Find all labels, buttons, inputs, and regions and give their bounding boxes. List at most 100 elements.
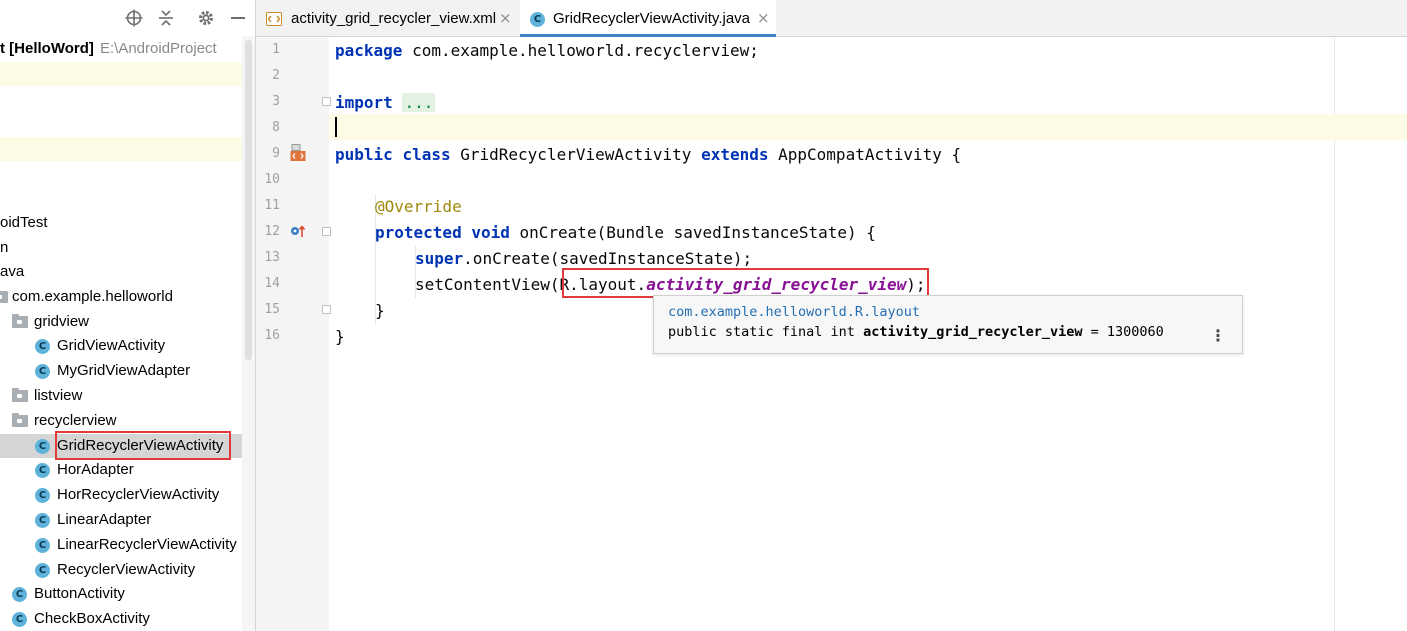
minimize-icon[interactable] — [228, 8, 248, 28]
more-options-icon[interactable]: ⋮ — [1210, 326, 1226, 345]
editor-tab-bar: activity_grid_recycler_view.xml × C Grid… — [256, 0, 1407, 37]
project-root-row[interactable]: t [HelloWord] E:\AndroidProject — [0, 37, 242, 61]
class-icon: C — [35, 488, 50, 503]
tooltip-decl-prefix: public static final int — [668, 324, 864, 340]
tree-item-label: recyclerview — [34, 412, 117, 429]
gear-icon[interactable] — [196, 8, 216, 28]
class-icon: C — [35, 364, 50, 379]
code-editor[interactable]: 1 2 3 8 9 10 11 12 13 14 15 16 package c… — [256, 38, 1407, 631]
line-number: 1 — [272, 42, 280, 57]
folder-icon — [12, 413, 28, 427]
superclass: AppCompatActivity { — [768, 145, 962, 164]
tree-selection-highlight-box — [55, 431, 231, 460]
line-number: 8 — [272, 120, 280, 135]
tree-item-label: ava — [0, 263, 25, 280]
class-icon: C — [35, 538, 50, 553]
locate-icon[interactable] — [124, 8, 144, 28]
tab-close-icon[interactable]: × — [757, 9, 770, 27]
tab-gridrecyclerviewactivity-java[interactable]: C GridRecyclerViewActivity.java × — [520, 0, 776, 37]
tree-item-label: n — [0, 239, 9, 256]
keyword: void — [471, 223, 510, 242]
tree-item-listview[interactable]: listview — [0, 384, 242, 408]
line-number: 13 — [264, 250, 280, 265]
tree-item-mygridviewadapter[interactable]: C MyGridViewAdapter — [0, 359, 242, 383]
tree-item-label: LinearRecyclerViewActivity — [57, 536, 237, 553]
tree-item-recyclerview[interactable]: recyclerview — [0, 409, 242, 433]
folder-icon — [12, 388, 28, 402]
tree-row-empty[interactable] — [0, 162, 242, 186]
tree-item-checkboxactivity[interactable]: C CheckBoxActivity — [0, 607, 242, 631]
keyword: public — [335, 145, 393, 164]
project-scrollbar-thumb[interactable] — [245, 40, 252, 360]
closing-brace: } — [375, 301, 385, 320]
fold-toggle-icon[interactable] — [322, 97, 331, 106]
tooltip-declaration: public static final int activity_grid_re… — [668, 324, 1164, 340]
tree-item-label: GridViewActivity — [57, 337, 166, 354]
tree-item-java[interactable]: ava — [0, 260, 242, 284]
tree-item-package[interactable]: com.example.helloworld — [0, 285, 242, 309]
override-method-icon[interactable] — [290, 224, 306, 241]
line-number: 14 — [264, 276, 280, 291]
tab-activity-grid-recycler-view-xml[interactable]: activity_grid_recycler_view.xml × — [256, 0, 519, 37]
line-number: 2 — [272, 68, 280, 83]
project-toolbar — [0, 0, 255, 36]
tree-item-linearrecyclerviewactivity[interactable]: C LinearRecyclerViewActivity — [0, 533, 242, 557]
tree-row-highlight[interactable] — [0, 62, 242, 86]
class-name: GridRecyclerViewActivity — [450, 145, 702, 164]
class-icon: C — [35, 513, 50, 528]
tree-item-label: CheckBoxActivity — [34, 610, 150, 627]
code-line-3[interactable]: import ... — [335, 90, 436, 116]
current-line-highlight — [329, 114, 1407, 140]
related-xml-layout-icon[interactable] — [290, 144, 306, 165]
code-line-1[interactable]: package com.example.helloworld.recyclerv… — [335, 38, 759, 64]
tree-row-empty[interactable] — [0, 112, 242, 136]
tree-item-gridview[interactable]: gridview — [0, 310, 242, 334]
folded-imports[interactable]: ... — [402, 93, 436, 112]
xml-file-icon — [266, 12, 282, 26]
class-icon: C — [35, 563, 50, 578]
line-number: 9 — [272, 146, 280, 161]
project-scrollbar[interactable] — [242, 36, 255, 631]
tree-item-androidtest[interactable]: oidTest — [0, 211, 242, 235]
closing-brace: } — [335, 327, 345, 346]
tree-item-buttonactivity[interactable]: C ButtonActivity — [0, 582, 242, 606]
tab-label: activity_grid_recycler_view.xml — [291, 10, 497, 27]
package-folder-icon — [0, 291, 8, 303]
line-number: 16 — [264, 328, 280, 343]
tree-item-horadapter[interactable]: C HorAdapter — [0, 458, 242, 482]
code-line-15[interactable]: } — [375, 298, 385, 324]
fold-toggle-icon[interactable] — [322, 227, 331, 236]
tree-item-label: com.example.helloworld — [12, 288, 173, 305]
tree-row-empty[interactable] — [0, 187, 242, 211]
collapse-icon[interactable] — [156, 8, 176, 28]
tooltip-class-link[interactable]: com.example.helloworld.R.layout — [668, 304, 920, 320]
class-icon: C — [35, 339, 50, 354]
keyword: package — [335, 41, 403, 60]
tree-row-highlight[interactable] — [0, 137, 242, 161]
tree-item-label: ButtonActivity — [34, 585, 125, 602]
tree-item-label: HorAdapter — [57, 461, 134, 478]
tab-close-icon[interactable]: × — [499, 9, 512, 27]
tree-item-label: LinearAdapter — [57, 511, 152, 528]
code-line-12[interactable]: protected void onCreate(Bundle savedInst… — [375, 220, 876, 246]
code-line-9[interactable]: public class GridRecyclerViewActivity ex… — [335, 142, 961, 168]
tree-item-gridviewactivity[interactable]: C GridViewActivity — [0, 334, 242, 358]
class-icon: C — [12, 587, 27, 602]
tree-item-label: listview — [34, 387, 83, 404]
project-root-path: E:\AndroidProject — [100, 40, 217, 57]
tree-item-recyclerviewactivity[interactable]: C RecyclerViewActivity — [0, 558, 242, 582]
class-icon: C — [35, 439, 50, 454]
code-line-16[interactable]: } — [335, 324, 345, 350]
tree-item-linearadapter[interactable]: C LinearAdapter — [0, 508, 242, 532]
line-number: 3 — [272, 94, 280, 109]
tree-row-empty[interactable] — [0, 87, 242, 111]
keyword: extends — [701, 145, 769, 164]
code-line-11[interactable]: @Override — [375, 194, 462, 220]
fold-toggle-icon[interactable] — [322, 305, 331, 314]
project-root-label: t [HelloWord] — [0, 40, 94, 57]
tooltip-decl-value: = 1300060 — [1082, 324, 1164, 340]
line-number: 15 — [264, 302, 280, 317]
tree-item-label: RecyclerViewActivity — [57, 561, 196, 578]
tree-item-main[interactable]: n — [0, 236, 242, 260]
tree-item-horrecyclerviewactivity[interactable]: C HorRecyclerViewActivity — [0, 483, 242, 507]
